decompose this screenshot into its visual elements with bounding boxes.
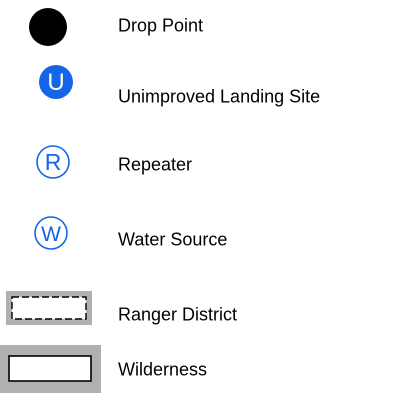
repeater-letter: R (45, 149, 62, 175)
legend-label-repeater: Repeater (118, 154, 193, 175)
legend-label-wilderness: Wilderness (118, 359, 208, 380)
legend-label-water-source: Water Source (118, 229, 228, 250)
water-source-icon: W (34, 216, 68, 250)
unimproved-landing-site-letter: U (47, 69, 64, 96)
ranger-district-icon (6, 291, 92, 325)
water-source-letter: W (41, 223, 61, 246)
legend-item-water-source: W Water Source (0, 215, 395, 265)
repeater-icon: R (36, 145, 70, 179)
legend-label-unimproved-landing-site: Unimproved Landing Site (118, 86, 321, 107)
legend-item-unimproved-landing-site: U Unimproved Landing Site (0, 65, 395, 122)
legend-label-drop-point: Drop Point (118, 15, 204, 36)
map-legend: Drop Point U Unimproved Landing Site R R… (0, 0, 395, 394)
legend-item-ranger-district: Ranger District (0, 290, 395, 340)
wilderness-icon (0, 345, 101, 393)
legend-label-ranger-district: Ranger District (118, 304, 238, 325)
unimproved-landing-site-icon: U (39, 65, 73, 99)
legend-item-wilderness: Wilderness (0, 345, 395, 395)
drop-point-icon (29, 8, 67, 46)
legend-item-repeater: R Repeater (0, 140, 395, 190)
legend-item-drop-point: Drop Point (0, 1, 395, 51)
